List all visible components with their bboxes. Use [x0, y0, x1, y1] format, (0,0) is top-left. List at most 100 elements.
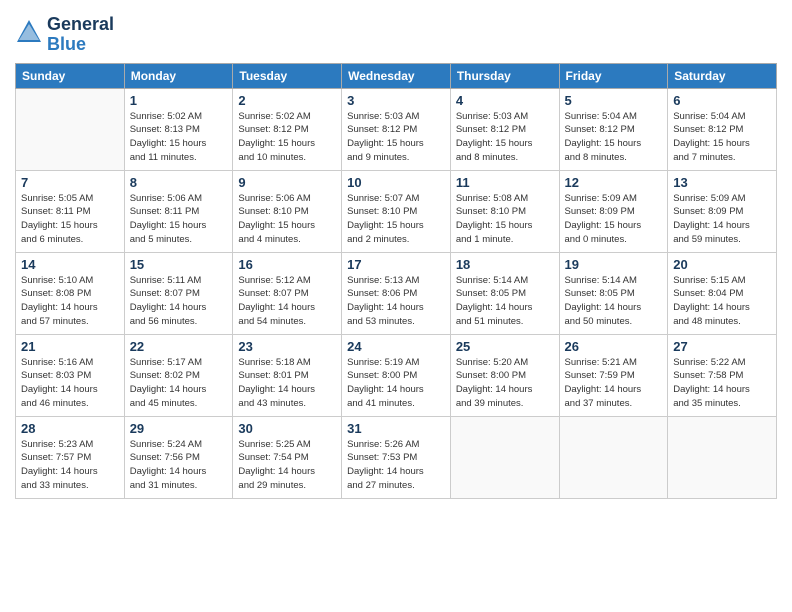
calendar-cell: 20Sunrise: 5:15 AM Sunset: 8:04 PM Dayli…: [668, 252, 777, 334]
calendar-cell: 21Sunrise: 5:16 AM Sunset: 8:03 PM Dayli…: [16, 334, 125, 416]
day-number: 2: [238, 93, 336, 108]
calendar-cell: 6 Sunrise: 5:04 AM Sunset: 8:12 PM Daylig…: [668, 88, 777, 170]
page-container: General Blue SundayMondayTuesdayWednesda…: [0, 0, 792, 509]
calendar-cell: 25 Sunrise: 5:20 AM Sunset: 8:00 PM Dayli…: [450, 334, 559, 416]
calendar-cell: [16, 88, 125, 170]
day-number: 6: [673, 93, 771, 108]
day-info: Sunrise: 5:02 AM Sunset: 8:12 PM Dayligh…: [238, 110, 336, 165]
weekday-header-row: SundayMondayTuesdayWednesdayThursdayFrid…: [16, 63, 777, 88]
day-info: Sunrise: 5:06 AM Sunset: 8:10 PM Dayligh…: [238, 192, 336, 247]
day-number: 24: [347, 339, 445, 354]
day-info: Sunrise: 5:08 AM Sunset: 8:10 PM Dayligh…: [456, 192, 554, 247]
day-info: Sunrise: 5:14 AM Sunset: 8:05 PM Dayligh…: [565, 274, 663, 329]
day-info: Sunrise: 5:24 AM Sunset: 7:56 PM Dayligh…: [130, 438, 228, 493]
calendar-cell: [668, 416, 777, 498]
calendar-cell: 15 Sunrise: 5:11 AM Sunset: 8:07 PM Dayli…: [124, 252, 233, 334]
day-info: Sunrise: 5:25 AM Sunset: 7:54 PM Dayligh…: [238, 438, 336, 493]
day-info: Sunrise: 5:13 AM Sunset: 8:06 PM Dayligh…: [347, 274, 445, 329]
day-number: 8: [130, 175, 228, 190]
logo-text-line1: General: [47, 15, 114, 35]
day-info: Sunrise: 5:21 AM Sunset: 7:59 PM Dayligh…: [565, 356, 663, 411]
weekday-header-wednesday: Wednesday: [342, 63, 451, 88]
day-number: 19: [565, 257, 663, 272]
calendar-cell: 31Sunrise: 5:26 AM Sunset: 7:53 PM Dayli…: [342, 416, 451, 498]
weekday-header-tuesday: Tuesday: [233, 63, 342, 88]
day-number: 31: [347, 421, 445, 436]
week-row-3: 14 Sunrise: 5:10 AM Sunset: 8:08 PM Dayli…: [16, 252, 777, 334]
day-number: 28: [21, 421, 119, 436]
calendar-cell: 19 Sunrise: 5:14 AM Sunset: 8:05 PM Dayli…: [559, 252, 668, 334]
calendar-cell: 13Sunrise: 5:09 AM Sunset: 8:09 PM Dayli…: [668, 170, 777, 252]
weekday-header-saturday: Saturday: [668, 63, 777, 88]
day-number: 21: [21, 339, 119, 354]
calendar-cell: 29 Sunrise: 5:24 AM Sunset: 7:56 PM Dayli…: [124, 416, 233, 498]
day-info: Sunrise: 5:19 AM Sunset: 8:00 PM Dayligh…: [347, 356, 445, 411]
day-number: 29: [130, 421, 228, 436]
day-info: Sunrise: 5:04 AM Sunset: 8:12 PM Dayligh…: [565, 110, 663, 165]
calendar-cell: 23Sunrise: 5:18 AM Sunset: 8:01 PM Dayli…: [233, 334, 342, 416]
calendar-cell: 8 Sunrise: 5:06 AM Sunset: 8:11 PM Daylig…: [124, 170, 233, 252]
day-info: Sunrise: 5:14 AM Sunset: 8:05 PM Dayligh…: [456, 274, 554, 329]
day-number: 27: [673, 339, 771, 354]
week-row-2: 7 Sunrise: 5:05 AM Sunset: 8:11 PM Daylig…: [16, 170, 777, 252]
calendar-cell: [450, 416, 559, 498]
calendar-cell: 12 Sunrise: 5:09 AM Sunset: 8:09 PM Dayli…: [559, 170, 668, 252]
calendar-cell: 11 Sunrise: 5:08 AM Sunset: 8:10 PM Dayli…: [450, 170, 559, 252]
logo-text-line2: Blue: [47, 35, 114, 55]
day-number: 14: [21, 257, 119, 272]
day-number: 5: [565, 93, 663, 108]
calendar-cell: 5 Sunrise: 5:04 AM Sunset: 8:12 PM Daylig…: [559, 88, 668, 170]
day-info: Sunrise: 5:05 AM Sunset: 8:11 PM Dayligh…: [21, 192, 119, 247]
day-info: Sunrise: 5:10 AM Sunset: 8:08 PM Dayligh…: [21, 274, 119, 329]
day-info: Sunrise: 5:17 AM Sunset: 8:02 PM Dayligh…: [130, 356, 228, 411]
day-number: 30: [238, 421, 336, 436]
day-number: 22: [130, 339, 228, 354]
calendar-cell: 30 Sunrise: 5:25 AM Sunset: 7:54 PM Dayli…: [233, 416, 342, 498]
day-info: Sunrise: 5:20 AM Sunset: 8:00 PM Dayligh…: [456, 356, 554, 411]
calendar-cell: 2 Sunrise: 5:02 AM Sunset: 8:12 PM Daylig…: [233, 88, 342, 170]
calendar-cell: [559, 416, 668, 498]
day-number: 26: [565, 339, 663, 354]
week-row-5: 28 Sunrise: 5:23 AM Sunset: 7:57 PM Dayli…: [16, 416, 777, 498]
day-number: 10: [347, 175, 445, 190]
calendar-cell: 22 Sunrise: 5:17 AM Sunset: 8:02 PM Dayli…: [124, 334, 233, 416]
day-number: 13: [673, 175, 771, 190]
day-number: 12: [565, 175, 663, 190]
day-info: Sunrise: 5:03 AM Sunset: 8:12 PM Dayligh…: [456, 110, 554, 165]
weekday-header-monday: Monday: [124, 63, 233, 88]
calendar-table: SundayMondayTuesdayWednesdayThursdayFrid…: [15, 63, 777, 499]
day-number: 25: [456, 339, 554, 354]
day-number: 4: [456, 93, 554, 108]
day-info: Sunrise: 5:22 AM Sunset: 7:58 PM Dayligh…: [673, 356, 771, 411]
logo: General Blue: [15, 15, 114, 55]
day-info: Sunrise: 5:23 AM Sunset: 7:57 PM Dayligh…: [21, 438, 119, 493]
weekday-header-friday: Friday: [559, 63, 668, 88]
week-row-1: 1Sunrise: 5:02 AM Sunset: 8:13 PM Daylig…: [16, 88, 777, 170]
calendar-cell: 4 Sunrise: 5:03 AM Sunset: 8:12 PM Daylig…: [450, 88, 559, 170]
day-info: Sunrise: 5:09 AM Sunset: 8:09 PM Dayligh…: [565, 192, 663, 247]
calendar-cell: 14 Sunrise: 5:10 AM Sunset: 8:08 PM Dayli…: [16, 252, 125, 334]
header: General Blue: [15, 15, 777, 55]
day-info: Sunrise: 5:11 AM Sunset: 8:07 PM Dayligh…: [130, 274, 228, 329]
day-number: 18: [456, 257, 554, 272]
calendar-cell: 1Sunrise: 5:02 AM Sunset: 8:13 PM Daylig…: [124, 88, 233, 170]
weekday-header-thursday: Thursday: [450, 63, 559, 88]
day-number: 15: [130, 257, 228, 272]
day-info: Sunrise: 5:04 AM Sunset: 8:12 PM Dayligh…: [673, 110, 771, 165]
day-number: 3: [347, 93, 445, 108]
calendar-cell: 16Sunrise: 5:12 AM Sunset: 8:07 PM Dayli…: [233, 252, 342, 334]
logo-icon: [15, 18, 43, 46]
weekday-header-sunday: Sunday: [16, 63, 125, 88]
day-info: Sunrise: 5:07 AM Sunset: 8:10 PM Dayligh…: [347, 192, 445, 247]
day-number: 9: [238, 175, 336, 190]
day-number: 11: [456, 175, 554, 190]
day-info: Sunrise: 5:06 AM Sunset: 8:11 PM Dayligh…: [130, 192, 228, 247]
calendar-cell: 18 Sunrise: 5:14 AM Sunset: 8:05 PM Dayli…: [450, 252, 559, 334]
calendar-cell: 26 Sunrise: 5:21 AM Sunset: 7:59 PM Dayli…: [559, 334, 668, 416]
calendar-cell: 9 Sunrise: 5:06 AM Sunset: 8:10 PM Daylig…: [233, 170, 342, 252]
day-info: Sunrise: 5:15 AM Sunset: 8:04 PM Dayligh…: [673, 274, 771, 329]
day-info: Sunrise: 5:18 AM Sunset: 8:01 PM Dayligh…: [238, 356, 336, 411]
day-number: 7: [21, 175, 119, 190]
day-number: 16: [238, 257, 336, 272]
day-number: 1: [130, 93, 228, 108]
